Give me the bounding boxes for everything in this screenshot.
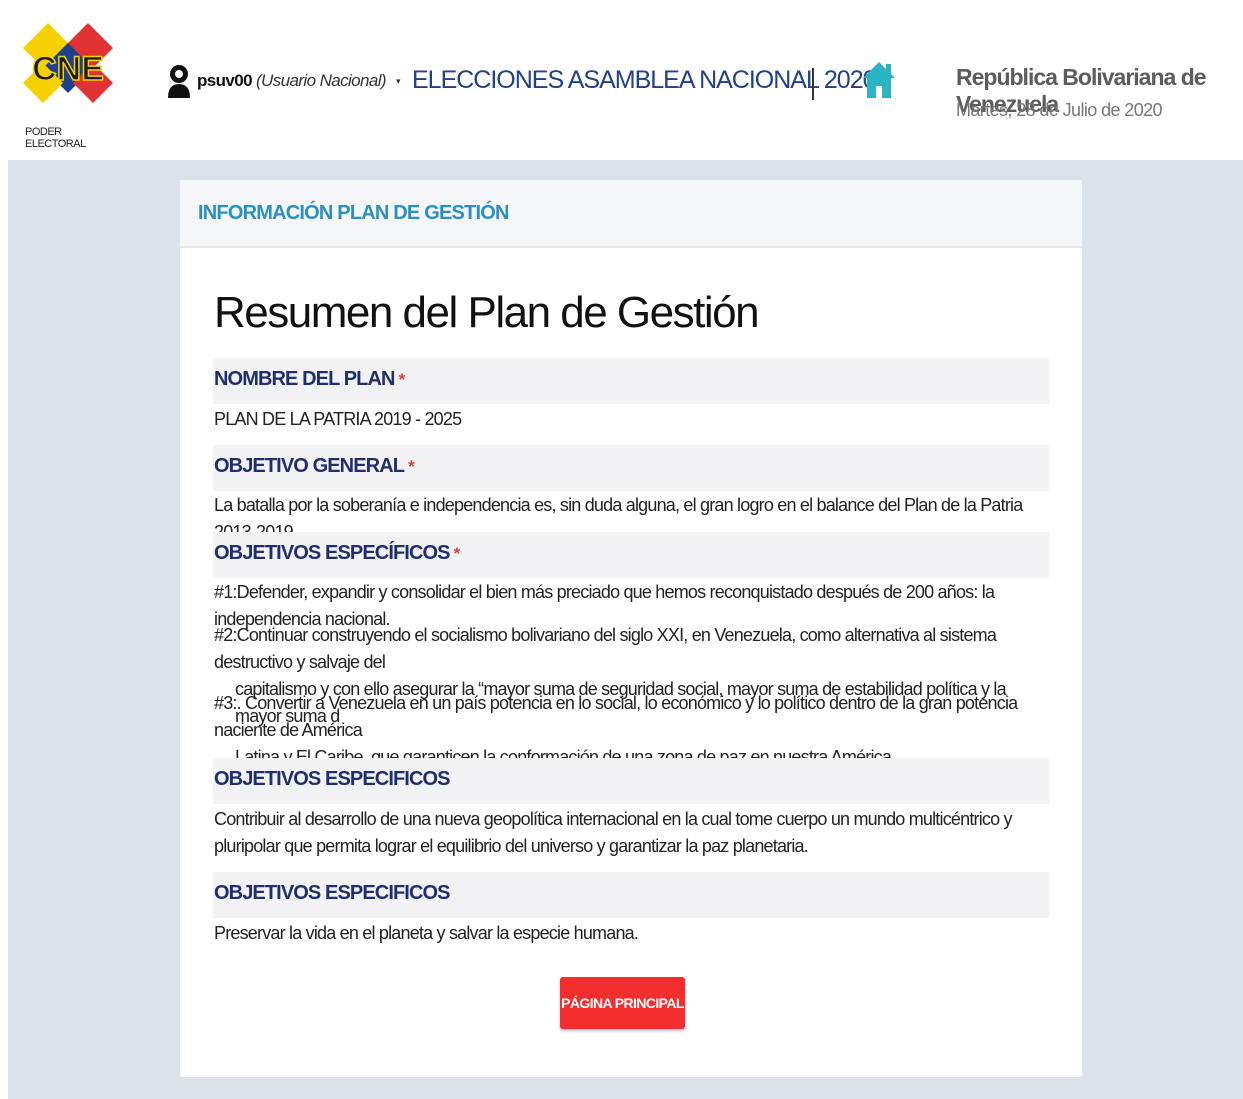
section-objetivos-especificos-3: OBJETIVOS ESPECIFICOS [213,872,1049,918]
objective-number: #3: [214,693,237,713]
username: psuv00 [197,71,253,90]
section-objetivos-especificos-2: OBJETIVOS ESPECIFICOS [213,758,1049,804]
current-date: Martes, 28 de Julio de 2020 [956,100,1163,120]
caret-down-icon[interactable]: ▾ [396,76,401,87]
page-title: Resumen del Plan de Gestión [214,288,760,337]
section-label: OBJETIVOS ESPECÍFICOS [214,542,451,564]
section-nombre-plan: NOMBRE DEL PLAN * [213,358,1049,404]
objective-number: #2: [214,625,237,645]
objetivos-especificos-3-value: Preservar la vida en el planeta y salvar… [214,923,639,943]
user-menu[interactable]: psuv00 (Usuario Nacional) ▾ [165,62,401,100]
objective-text: . Convertir a Venezuela en un país poten… [214,693,1018,740]
card-header-title: INFORMACIÓN PLAN DE GESTIÓN [198,202,509,224]
required-mark: * [408,457,415,476]
required-mark: * [453,544,461,563]
section-label: OBJETIVOS ESPECIFICOS [214,768,451,790]
svg-text:CNE: CNE [32,50,104,88]
user-role: (Usuario Nacional) [256,71,387,90]
home-icon[interactable] [861,58,897,102]
cne-logo[interactable]: CNE PODER ELECTORAL [18,18,118,150]
plan-name-value: PLAN DE LA PATRIA 2019 - 2025 [214,409,462,429]
required-mark: * [398,370,406,389]
objective-text: Continuar construyendo el socialismo bol… [214,625,997,672]
section-objetivo-general: OBJETIVO GENERAL * [213,445,1049,491]
logo-subtitle: PODER ELECTORAL [25,126,86,150]
section-label: NOMBRE DEL PLAN [214,368,395,390]
main-page-button[interactable]: PÁGINA PRINCIPAL [560,977,685,1029]
section-objetivos-especificos: OBJETIVOS ESPECÍFICOS * [213,532,1049,578]
section-label: OBJETIVOS ESPECIFICOS [214,882,451,904]
plan-card: INFORMACIÓN PLAN DE GESTIÓN Resumen del … [180,180,1082,1077]
election-title[interactable]: ELECCIONES ASAMBLEA NACIONAL 2020 [412,66,877,95]
top-header: CNE PODER ELECTORAL psuv00 (Usuario Naci… [0,0,1243,160]
objetivos-especificos-2-value: Contribuir al desarrollo de una nueva ge… [214,809,1013,856]
cne-logo-mark: CNE [23,23,113,103]
header-divider [812,68,814,100]
card-header: INFORMACIÓN PLAN DE GESTIÓN [180,180,1082,248]
user-icon [168,65,190,98]
objective-number: #1: [214,582,237,602]
section-label: OBJETIVO GENERAL [214,455,405,477]
